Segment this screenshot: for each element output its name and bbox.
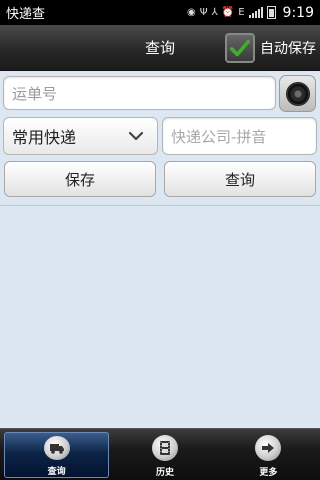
tab-query[interactable]: 查询: [4, 432, 110, 478]
arrow-right-icon: [255, 435, 282, 461]
scan-button[interactable]: [279, 75, 316, 112]
status-clock: 9:19: [282, 4, 314, 21]
signal-icon: [248, 7, 263, 18]
query-form: 运单号 常用快递 快递公司-拼音 保存 查询: [0, 71, 320, 206]
film-icon: [151, 435, 178, 461]
battery-icon: [266, 6, 276, 19]
tracking-number-placeholder: 运单号: [12, 84, 58, 103]
bottom-tab-bar: 查询 历史 更多: [0, 428, 320, 480]
alarm-icon: ⏰: [221, 6, 235, 18]
tab-more[interactable]: 更多: [217, 429, 320, 480]
voicemail-icon: ⅄: [211, 6, 218, 18]
status-icons: ◉ Ψ ⅄ ⏰ E 9:19: [187, 5, 314, 21]
auto-save-checkbox[interactable]: [225, 33, 255, 63]
save-button[interactable]: 保存: [4, 161, 156, 197]
tab-history[interactable]: 历史: [113, 429, 216, 480]
data-icon: E: [238, 6, 245, 18]
query-button-label: 查询: [224, 170, 255, 189]
chevron-down-icon: [128, 131, 144, 141]
tracking-number-input[interactable]: 运单号: [3, 76, 276, 110]
status-bar: 快递查 ◉ Ψ ⅄ ⏰ E 9:19: [0, 0, 320, 25]
tab-history-label: 历史: [155, 468, 174, 478]
status-app-name: 快递查: [6, 7, 46, 22]
usb-icon: Ψ: [199, 6, 208, 18]
query-button[interactable]: 查询: [164, 161, 316, 197]
tab-query-label: 查询: [47, 467, 66, 477]
courier-select-value: 常用快递: [12, 128, 77, 147]
auto-save-label: 自动保存: [260, 41, 316, 57]
courier-select[interactable]: 常用快递: [3, 117, 158, 155]
save-button-label: 保存: [64, 170, 95, 189]
company-pinyin-input[interactable]: 快递公司-拼音: [162, 117, 317, 155]
checkmark-icon: [229, 39, 251, 57]
company-pinyin-placeholder: 快递公司-拼音: [171, 127, 267, 146]
title-bar: 查询 自动保存: [0, 25, 320, 71]
tab-more-label: 更多: [259, 468, 278, 478]
auto-save-toggle[interactable]: 自动保存: [225, 33, 316, 63]
camera-lens-icon: [285, 81, 310, 106]
notification-icon: ◉: [187, 6, 196, 18]
truck-icon: [43, 436, 70, 460]
